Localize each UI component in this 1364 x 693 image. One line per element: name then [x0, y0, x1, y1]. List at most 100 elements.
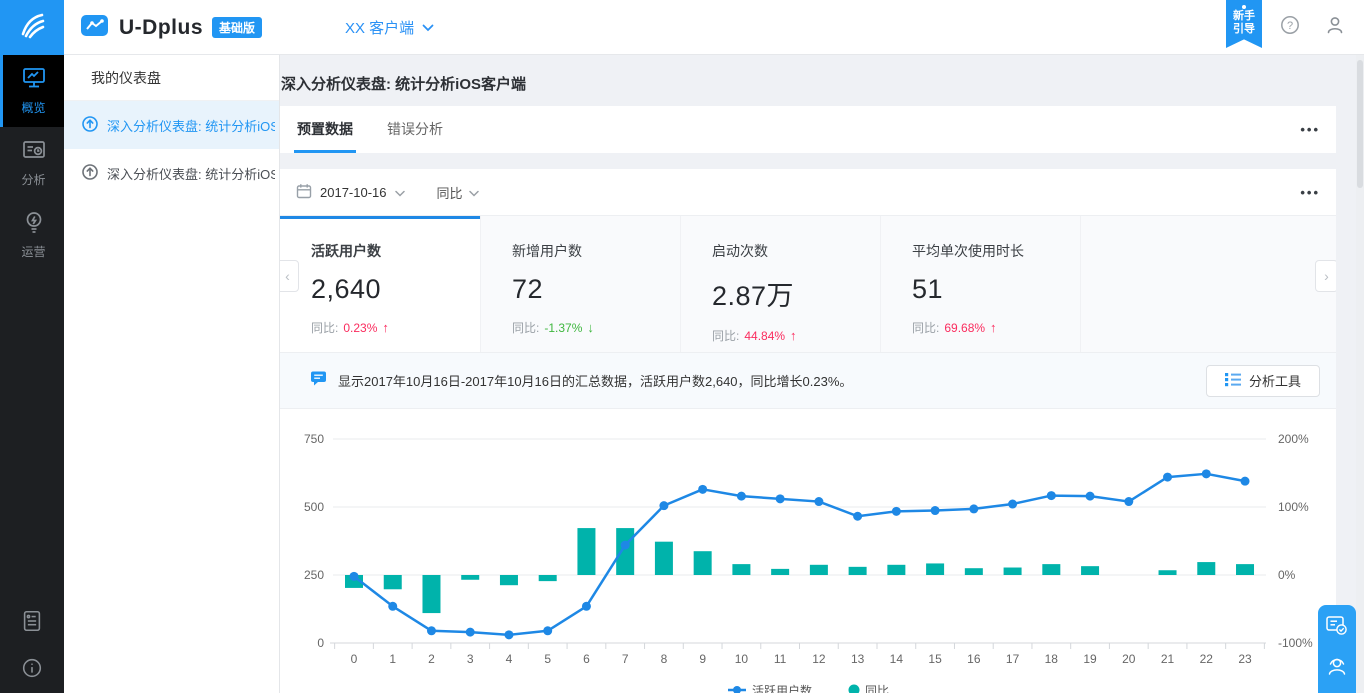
- chevron-down-icon: [422, 19, 434, 36]
- umeng-logo[interactable]: [0, 0, 64, 55]
- carousel-prev-button[interactable]: ‹: [280, 260, 299, 292]
- more-menu-icon[interactable]: •••: [1300, 106, 1320, 153]
- up-arrow-icon: ↑: [382, 320, 389, 335]
- sidebar-item-dashboard-2[interactable]: 深入分析仪表盘: 统计分析iOS客户端: [64, 149, 279, 197]
- svg-text:200%: 200%: [1278, 432, 1309, 446]
- svg-text:2: 2: [428, 652, 435, 666]
- svg-text:11: 11: [774, 652, 787, 666]
- lightbulb-icon: [21, 210, 47, 237]
- nav-rail: 概览 分析 运营: [0, 55, 64, 693]
- feedback-survey-icon[interactable]: [1325, 615, 1349, 638]
- info-icon[interactable]: [20, 656, 44, 685]
- analysis-tools-label: 分析工具: [1249, 371, 1301, 390]
- chevron-down-icon: [395, 185, 405, 200]
- summary-text: 显示2017年10月16日-2017年10月16日的汇总数据，活跃用户数2,64…: [338, 371, 852, 390]
- stat-card-active-users[interactable]: 活跃用户数 2,640 同比: 0.23% ↑: [280, 216, 480, 352]
- edition-badge: 基础版: [212, 17, 262, 38]
- svg-text:?: ?: [1287, 20, 1293, 32]
- svg-text:250: 250: [304, 568, 324, 582]
- svg-text:0%: 0%: [1278, 568, 1296, 582]
- svg-text:750: 750: [304, 432, 324, 446]
- analysis-tools-button[interactable]: 分析工具: [1206, 365, 1320, 397]
- app-selector[interactable]: XX 客户端: [345, 0, 434, 55]
- svg-text:4: 4: [506, 652, 513, 666]
- sidebar-item-dashboard-1[interactable]: 深入分析仪表盘: 统计分析iOS客户端: [64, 101, 279, 149]
- rail-label: 概览: [21, 99, 45, 116]
- stat-card-avg-session-duration[interactable]: 平均单次使用时长 51 同比: 69.68% ↑: [880, 216, 1080, 352]
- help-icon[interactable]: ?: [1280, 15, 1300, 40]
- svg-text:活跃用户数: 活跃用户数: [752, 683, 812, 693]
- top-header: U-Dplus 基础版 XX 客户端 新手引导 ?: [0, 0, 1364, 55]
- sidebar-item-label: 深入分析仪表盘: 统计分析iOS客户端: [107, 116, 275, 135]
- app-selector-label: XX 客户端: [345, 17, 414, 38]
- svg-text:500: 500: [304, 500, 324, 514]
- scrollbar-thumb[interactable]: [1357, 60, 1363, 188]
- svg-text:100%: 100%: [1278, 500, 1309, 514]
- svg-text:7: 7: [622, 652, 629, 666]
- up-arrow-icon: ↑: [990, 320, 997, 335]
- svg-text:18: 18: [1045, 652, 1059, 666]
- stat-value: 51: [912, 274, 1080, 305]
- stat-card-launches[interactable]: 启动次数 2.87万 同比: 44.84% ↑: [680, 216, 880, 352]
- change-value: -1.37%: [544, 321, 582, 335]
- svg-text:-100%: -100%: [1278, 636, 1313, 650]
- dashboard-card: 2017-10-16 同比 ••• 活跃用户数 2,640 同比: 0.23%: [280, 169, 1336, 693]
- svg-text:5: 5: [544, 652, 551, 666]
- svg-text:13: 13: [851, 652, 865, 666]
- floating-action-panel: [1318, 605, 1356, 693]
- stat-compare: 同比: 69.68% ↑: [912, 319, 1080, 336]
- svg-text:19: 19: [1083, 652, 1097, 666]
- svg-text:3: 3: [467, 652, 474, 666]
- svg-text:23: 23: [1238, 652, 1252, 666]
- customer-service-icon[interactable]: [1325, 654, 1349, 678]
- svg-text:15: 15: [928, 652, 942, 666]
- rail-item-operation[interactable]: 运营: [0, 199, 64, 271]
- beginner-guide-badge[interactable]: 新手引导: [1226, 0, 1262, 48]
- svg-text:6: 6: [583, 652, 590, 666]
- combo-chart[interactable]: 0250500750-100%0%100%200%012345678910111…: [280, 409, 1336, 693]
- compare-selector[interactable]: 同比: [437, 183, 479, 202]
- stat-compare: 同比: 0.23% ↑: [311, 319, 480, 336]
- svg-text:14: 14: [890, 652, 904, 666]
- dot-icon: [1242, 5, 1246, 9]
- stat-label: 平均单次使用时长: [912, 241, 1080, 261]
- document-icon[interactable]: [20, 609, 44, 638]
- filter-row: 2017-10-16 同比 •••: [280, 169, 1336, 216]
- analysis-report-icon: [21, 138, 47, 165]
- change-value: 44.84%: [744, 329, 785, 343]
- rail-item-analysis[interactable]: 分析: [0, 127, 64, 199]
- chart-app-icon: [80, 13, 110, 43]
- stat-value: 2,640: [311, 274, 480, 305]
- svg-text:同比: 同比: [865, 684, 889, 693]
- stat-label: 活跃用户数: [311, 241, 480, 261]
- stat-card-new-users[interactable]: 新增用户数 72 同比: -1.37% ↓: [480, 216, 680, 352]
- brand: U-Dplus 基础版: [80, 0, 262, 55]
- up-arrow-icon: ↑: [790, 328, 797, 343]
- main-content: 深入分析仪表盘: 统计分析iOS客户端 预置数据 错误分析 ••• 2017-1…: [280, 55, 1364, 693]
- feather-icon: [16, 9, 48, 46]
- svg-text:12: 12: [812, 652, 826, 666]
- date-value: 2017-10-16: [320, 185, 387, 200]
- rail-bottom: [0, 609, 64, 685]
- guide-label: 新手引导: [1233, 10, 1255, 36]
- more-menu-icon[interactable]: •••: [1300, 169, 1320, 216]
- svg-text:1: 1: [389, 652, 396, 666]
- header-actions: ?: [1280, 0, 1346, 55]
- speech-bubble-icon: [310, 370, 328, 392]
- user-icon[interactable]: [1324, 14, 1346, 41]
- rail-item-overview[interactable]: 概览: [0, 55, 64, 127]
- compare-value: 同比: [437, 183, 463, 202]
- svg-text:17: 17: [1006, 652, 1020, 666]
- tabs-bar: 预置数据 错误分析 •••: [280, 106, 1336, 153]
- rail-label: 分析: [21, 171, 45, 188]
- rail-label: 运营: [21, 243, 45, 260]
- chevron-down-icon: [469, 185, 479, 200]
- page-scrollbar[interactable]: [1356, 55, 1364, 693]
- date-picker[interactable]: 2017-10-16: [296, 183, 405, 202]
- tab-error-analysis[interactable]: 错误分析: [386, 106, 444, 153]
- change-value: 69.68%: [944, 321, 985, 335]
- dashboard-sidebar: 我的仪表盘 深入分析仪表盘: 统计分析iOS客户端 深入分析仪表盘: 统计分析i…: [64, 55, 280, 693]
- tab-preset-data[interactable]: 预置数据: [296, 106, 354, 153]
- carousel-next-button[interactable]: ›: [1315, 260, 1336, 292]
- chart-area: 0250500750-100%0%100%200%012345678910111…: [280, 409, 1336, 693]
